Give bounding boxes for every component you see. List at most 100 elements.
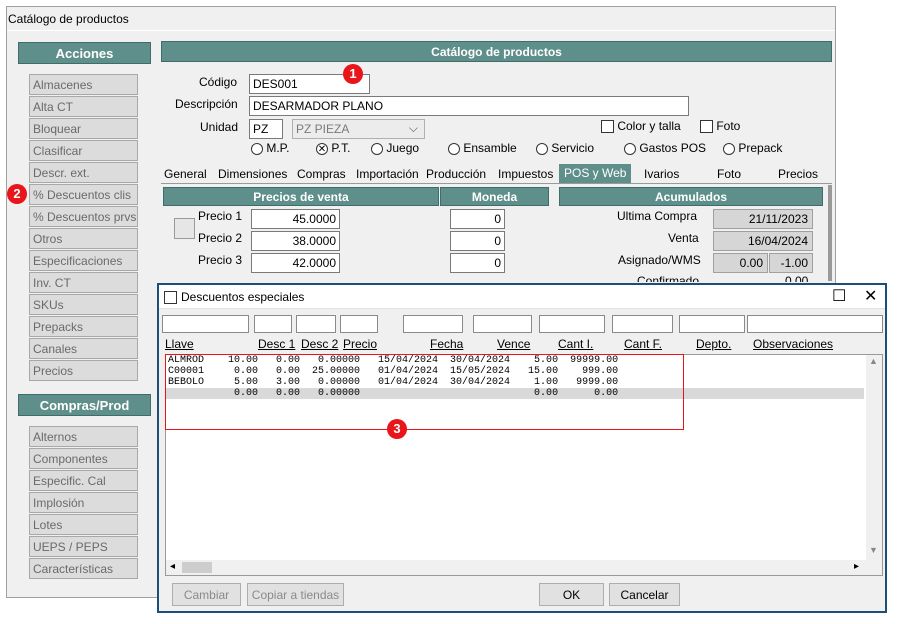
acciones-item-prepacks[interactable]: Prepacks [29,316,138,337]
acciones-item-skus[interactable]: SKUs [29,294,138,315]
acciones-item-especificaciones[interactable]: Especificaciones [29,250,138,271]
scroll-left-icon[interactable]: ◂ [170,561,175,572]
filter-depto[interactable] [679,315,745,333]
radio-icon [251,142,263,155]
form-scrollbar[interactable] [828,185,832,281]
foto-checkbox[interactable]: Foto [700,119,740,134]
col-cant-f[interactable]: Cant F. [624,337,662,351]
close-icon[interactable]: ✕ [864,286,877,306]
callout-badge-1: 1 [343,64,363,84]
precio3-label: Precio 3 [198,253,243,267]
filter-precio[interactable] [340,315,378,333]
col-depto[interactable]: Depto. [696,337,731,351]
precio3-field[interactable]: 42.0000 [251,253,340,273]
ok-button[interactable]: OK [539,583,604,606]
compras-item-alternos[interactable]: Alternos [29,426,138,447]
col-vence[interactable]: Vence [497,337,530,351]
dialog-title: Descuentos especiales [181,290,305,304]
acciones-item-alta-ct[interactable]: Alta CT [29,96,138,117]
unidad-field[interactable]: PZ [249,119,283,139]
acciones-item-descuentos-clis[interactable]: % Descuentos clis [29,184,138,205]
compras-item-componentes[interactable]: Componentes [29,448,138,469]
compras-header: Compras/Prod [18,394,151,416]
moneda3-field[interactable]: 0 [450,253,505,273]
acciones-item-bloquear[interactable]: Bloquear [29,118,138,139]
color-talla-label: Color y talla [617,119,681,133]
compras-item-ueps-peps[interactable]: UEPS / PEPS [29,536,138,557]
tab-compras[interactable]: Compras [297,167,346,181]
filter-fecha[interactable] [403,315,463,333]
tab-produccion[interactable]: Producción [426,167,486,181]
moneda2-field[interactable]: 0 [450,231,505,251]
col-observaciones[interactable]: Observaciones [753,337,833,351]
cancelar-button[interactable]: Cancelar [609,583,680,606]
tab-impuestos[interactable]: Impuestos [498,167,553,181]
radio-juego[interactable]: Juego [371,141,419,155]
descripcion-field[interactable]: DESARMADOR PLANO [249,96,689,116]
filter-cant-i[interactable] [539,315,605,333]
filter-desc2[interactable] [296,315,336,333]
tab-importacion[interactable]: Importación [356,167,419,181]
col-desc2[interactable]: Desc 2 [301,337,338,351]
col-llave[interactable]: Llave [165,337,194,351]
radio-ensamble[interactable]: Ensamble [448,141,517,155]
tab-ivarios[interactable]: Ivarios [644,167,679,181]
scroll-up-icon[interactable]: ▲ [869,356,878,366]
filter-vence[interactable] [473,315,532,333]
cambiar-button[interactable]: Cambiar [172,583,241,606]
copiar-tiendas-button[interactable]: Copiar a tiendas [247,583,344,606]
filter-cant-f[interactable] [612,315,673,333]
tab-general[interactable]: General [164,167,207,181]
radio-mp[interactable]: M.P. [251,141,289,155]
radio-prepack[interactable]: Prepack [723,141,782,155]
moneda1-field[interactable]: 0 [450,209,505,229]
compras-item-lotes[interactable]: Lotes [29,514,138,535]
filter-llave[interactable] [162,315,249,333]
scroll-down-icon[interactable]: ▼ [869,545,878,555]
radio-pt[interactable]: ✕ P.T. [316,141,350,155]
precio1-label: Precio 1 [198,209,243,223]
col-precio[interactable]: Precio [343,337,377,351]
col-desc1[interactable]: Desc 1 [258,337,295,351]
radio-gastos-pos[interactable]: Gastos POS [624,141,706,155]
radio-label: Ensamble [463,141,517,155]
acciones-item-precios[interactable]: Precios [29,360,138,381]
acciones-item-canales[interactable]: Canales [29,338,138,359]
maximize-icon[interactable]: ☐ [832,286,846,306]
tab-precios[interactable]: Precios [778,167,818,181]
radio-label: Juego [386,141,420,155]
radio-label: Gastos POS [639,141,707,155]
dialog-app-icon [164,291,177,304]
compras-item-caracter-sticas[interactable]: Características [29,558,138,579]
acciones-item-almacenes[interactable]: Almacenes [29,74,138,95]
scroll-thumb[interactable] [182,562,212,573]
horizontal-scrollbar[interactable]: ◂ ▸ [166,560,882,575]
acciones-item-descr-ext[interactable]: Descr. ext. [29,162,138,183]
unidad-select[interactable]: PZ PIEZA ⌵ [292,119,425,139]
color-swatch[interactable] [174,218,195,239]
tab-foto[interactable]: Foto [717,167,741,181]
col-cant-i[interactable]: Cant I. [558,337,593,351]
compras-item-implosi-n[interactable]: Implosión [29,492,138,513]
radio-servicio[interactable]: Servicio [536,141,594,155]
asignado-label: Asignado/WMS [618,253,701,267]
compras-item-especific-cal[interactable]: Especific. Cal [29,470,138,491]
precio2-field[interactable]: 38.0000 [251,231,340,251]
precio1-field[interactable]: 45.0000 [251,209,340,229]
tab-dimensiones[interactable]: Dimensiones [218,167,287,181]
acciones-item-otros[interactable]: Otros [29,228,138,249]
acciones-menu: Almacenes Alta CT Bloquear Clasificar Descr.… [29,74,140,382]
vertical-scrollbar[interactable]: ▲ ▼ [866,355,882,560]
acciones-item-clasificar[interactable]: Clasificar [29,140,138,161]
acciones-item-inv-ct[interactable]: Inv. CT [29,272,138,293]
descuentos-grid[interactable]: ALMROD 10.00 0.00 0.00000 15/04/2024 30/… [165,354,883,576]
filter-desc1[interactable] [254,315,292,333]
radio-label: P.T. [331,141,351,155]
scroll-right-icon[interactable]: ▸ [854,561,859,572]
title-divider [7,30,835,31]
col-fecha[interactable]: Fecha [430,337,463,351]
color-talla-checkbox[interactable]: Color y talla [601,119,681,134]
acciones-item-descuentos-prvs[interactable]: % Descuentos prvs [29,206,138,227]
filter-observaciones[interactable] [747,315,883,333]
tab-pos-web[interactable]: POS y Web [559,164,632,183]
